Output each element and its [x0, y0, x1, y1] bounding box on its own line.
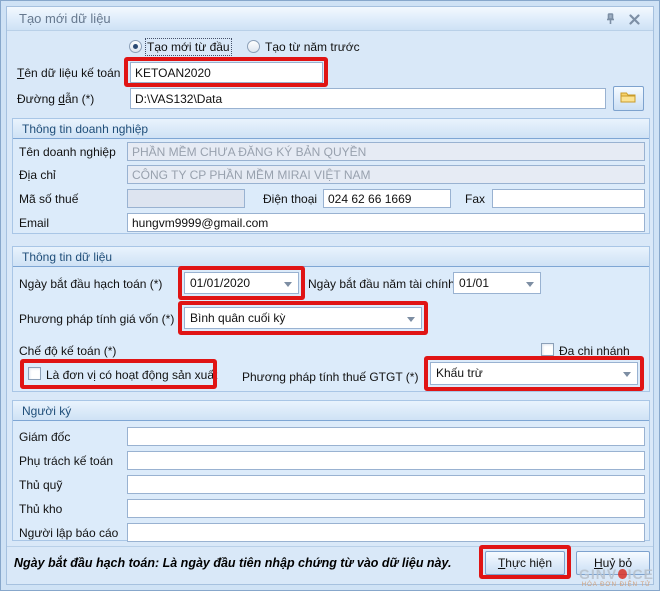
browse-folder-button[interactable] — [613, 86, 644, 111]
duong-dan-input[interactable] — [130, 88, 606, 109]
chevron-down-icon — [526, 282, 534, 287]
label-duong-dan: Đường dẫn (*) — [17, 92, 94, 106]
dien-thoai-input[interactable] — [323, 189, 451, 208]
group-nguoi-ky: Người ký — [12, 400, 650, 541]
group-header-doanh-nghiep: Thông tin doanh nghiệp — [13, 119, 649, 139]
phu-trach-ke-toan-input[interactable] — [127, 451, 645, 470]
radio-label-tao-moi-tu-dau[interactable]: Tạo mới từ đầu — [147, 40, 230, 54]
ten-doanh-nghiep-input — [127, 142, 645, 161]
thu-kho-input[interactable] — [127, 499, 645, 518]
ma-so-thue-input — [127, 189, 245, 208]
label-thu-quy: Thủ quỹ — [19, 478, 62, 492]
watermark-subtext: HÓA ĐƠN ĐIỆN TỬ — [579, 582, 654, 588]
chevron-down-icon — [407, 317, 415, 322]
radio-tao-moi-tu-dau[interactable] — [129, 40, 142, 53]
nam-tai-chinh-combo[interactable]: 01/01 — [453, 272, 541, 294]
fax-input[interactable] — [492, 189, 645, 208]
huy-bo-button[interactable]: Huỷ bỏ — [576, 551, 650, 575]
label-ten-doanh-nghiep: Tên doanh nghiệp — [19, 145, 116, 159]
footer-note: Ngày bắt đầu hạch toán: Là ngày đầu tiên… — [14, 556, 451, 570]
label-thu-kho: Thủ kho — [19, 502, 62, 516]
pin-icon[interactable] — [601, 11, 619, 27]
label-email: Email — [19, 216, 49, 230]
san-xuat-checkbox[interactable] — [28, 367, 41, 380]
ngay-hach-toan-combo[interactable]: 01/01/2020 — [184, 272, 299, 294]
nguoi-lap-bao-cao-input[interactable] — [127, 523, 645, 542]
da-chi-nhanh-checkbox[interactable] — [541, 343, 554, 356]
thuc-hien-button[interactable]: Thực hiện — [485, 551, 565, 575]
group-header-nguoi-ky: Người ký — [13, 401, 649, 421]
radio-tao-tu-nam-truoc[interactable] — [247, 40, 260, 53]
dialog-tao-moi-du-lieu: Tạo mới dữ liệu Tạo mới từ đầu Tạo từ nă… — [0, 0, 660, 591]
giam-doc-input[interactable] — [127, 427, 645, 446]
label-nguoi-lap-bao-cao: Người lập báo cáo — [19, 526, 118, 540]
label-ten-du-lieu: Tên dữ liệu kế toán — [17, 66, 120, 80]
label-dia-chi: Địa chỉ — [19, 168, 56, 182]
email-input[interactable] — [127, 213, 645, 232]
label-gia-von: Phương pháp tính giá vốn (*) — [19, 312, 174, 326]
ten-du-lieu-input[interactable] — [130, 62, 323, 83]
gia-von-combo[interactable]: Bình quân cuối kỳ — [184, 307, 422, 329]
chevron-down-icon — [623, 372, 631, 377]
label-dien-thoai: Điện thoại — [263, 192, 317, 206]
label-da-chi-nhanh[interactable]: Đa chi nhánh — [559, 344, 630, 358]
title-bar[interactable]: Tạo mới dữ liệu — [7, 7, 653, 31]
thu-quy-input[interactable] — [127, 475, 645, 494]
label-nam-tai-chinh: Ngày bắt đầu năm tài chính (*) — [308, 277, 471, 291]
dialog-title: Tạo mới dữ liệu — [19, 11, 111, 26]
label-ma-so-thue: Mã số thuế — [19, 192, 78, 206]
label-ngay-hach-toan: Ngày bắt đầu hạch toán (*) — [19, 277, 162, 291]
footer-divider — [7, 546, 653, 547]
label-giam-doc: Giám đốc — [19, 430, 70, 444]
label-thue-gtgt: Phương pháp tính thuế GTGT (*) — [242, 370, 418, 384]
label-che-do-ke-toan: Chế độ kế toán (*) — [19, 344, 116, 358]
thue-gtgt-combo[interactable]: Khấu trừ — [430, 362, 638, 385]
group-header-du-lieu: Thông tin dữ liệu — [13, 247, 649, 267]
dia-chi-input — [127, 165, 645, 184]
chevron-down-icon — [284, 282, 292, 287]
label-fax: Fax — [465, 192, 485, 206]
folder-icon — [620, 90, 637, 107]
radio-label-tao-tu-nam-truoc[interactable]: Tạo từ năm trước — [265, 40, 360, 54]
close-icon[interactable] — [625, 11, 643, 27]
label-phu-trach-ke-toan: Phụ trách kế toán — [19, 454, 113, 468]
label-san-xuat[interactable]: Là đơn vị có hoạt động sản xuất — [46, 368, 217, 382]
